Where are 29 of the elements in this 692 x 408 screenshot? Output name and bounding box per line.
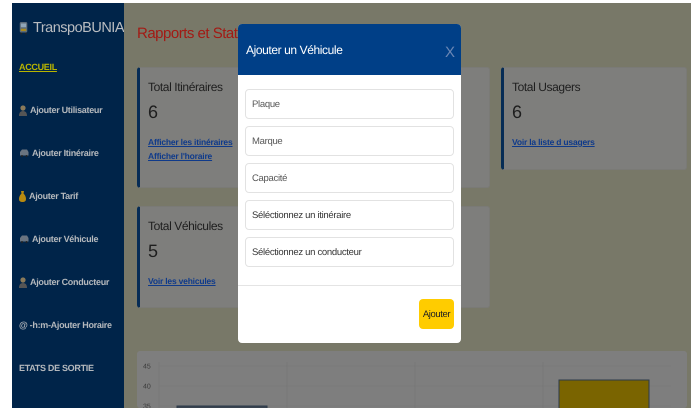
person-icon [19, 104, 27, 116]
card-title: Total Véhicules [148, 219, 223, 233]
card-value: 6 [512, 102, 522, 123]
brand-name: TranspoBUNIA [33, 20, 124, 36]
input-field[interactable]: Plaque [245, 89, 454, 119]
card-title: Total Usagers [512, 80, 580, 94]
nav-link[interactable]: Ajouter Utilisateur [19, 103, 124, 117]
input-field[interactable]: Capacité [245, 163, 454, 193]
bus-icon [19, 19, 28, 37]
nav-link[interactable]: @ -h:m-Ajouter Horaire [19, 318, 124, 332]
nav-link[interactable]: Ajouter Itinéraire [19, 146, 124, 160]
select-field[interactable]: Séléctionnez un conducteur [245, 237, 454, 267]
nav-link[interactable]: ACCUEIL [19, 60, 124, 74]
card-value: 6 [148, 102, 158, 123]
car-icon [19, 149, 29, 157]
car-icon [19, 235, 29, 243]
card-title: Total Itinéraires [148, 80, 223, 94]
page-title: Rapports et Stat [137, 24, 239, 44]
modal-title: Ajouter un Véhicule [246, 42, 342, 56]
nav-link[interactable]: Ajouter Tarif [19, 189, 124, 203]
nav-link[interactable]: ETATS DE SORTIE [19, 361, 124, 375]
money-bag-icon [19, 190, 26, 202]
input-field[interactable]: Marque [245, 126, 454, 156]
add-button[interactable]: Ajouter [419, 299, 454, 329]
card-value: 5 [148, 241, 158, 262]
nav-link[interactable]: Ajouter Véhicule [19, 232, 124, 246]
select-field[interactable]: Séléctionnez un itinéraire [245, 200, 454, 230]
person-icon [19, 276, 27, 288]
nav-link[interactable]: Ajouter Conducteur [19, 275, 124, 289]
